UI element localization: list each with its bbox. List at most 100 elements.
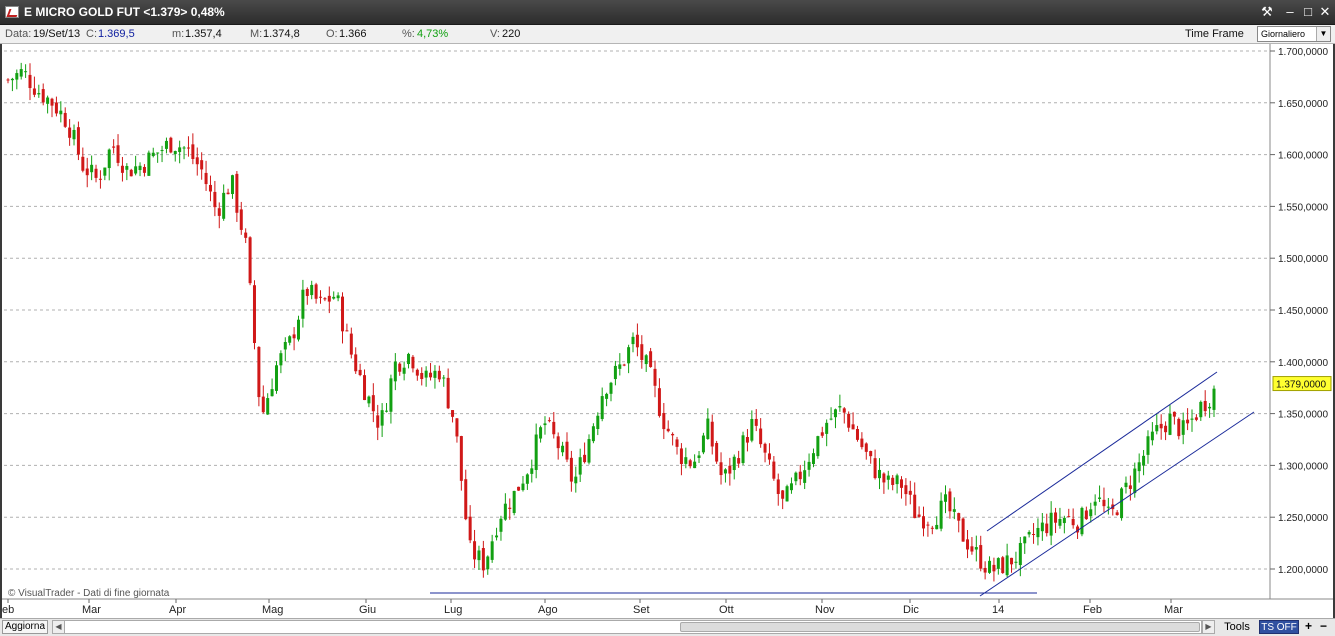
candle-down	[50, 98, 54, 106]
timeframe-value: Giornaliero	[1261, 29, 1306, 39]
x-tick-label: Set	[633, 604, 650, 616]
candle-up	[886, 475, 890, 480]
x-tick-label: 14	[992, 604, 1004, 616]
candle-down	[635, 334, 639, 348]
candle-up	[385, 410, 389, 412]
candle-down	[398, 363, 402, 372]
chart-svg[interactable]: 1.700,0000 1.650,0000 1.600,0000 1.550,0000…	[2, 44, 1333, 618]
candle-up	[1208, 406, 1212, 409]
candle-up	[1212, 388, 1216, 410]
candle-down	[305, 289, 309, 296]
candle-up	[750, 419, 754, 441]
candle-up	[587, 439, 591, 463]
app-chart-icon	[5, 6, 19, 18]
scroll-right-icon[interactable]: ▶	[1202, 620, 1215, 634]
candle-up	[974, 547, 978, 550]
candle-down	[653, 368, 657, 386]
candle-down	[891, 477, 895, 485]
candle-down	[1001, 557, 1005, 574]
candle-down	[992, 564, 996, 572]
candle-down	[420, 372, 424, 380]
candle-down	[327, 295, 331, 302]
candle-up	[534, 434, 538, 470]
candle-down	[569, 457, 573, 482]
candle-down	[1010, 557, 1014, 565]
candle-up	[785, 486, 789, 502]
candle-down	[129, 169, 133, 177]
tools-button[interactable]: Tools	[1218, 620, 1256, 634]
candle-up	[1168, 413, 1172, 435]
candle-up	[1120, 488, 1124, 519]
candle-down	[41, 89, 45, 103]
candle-down	[341, 296, 345, 332]
y-tick-label: 1.650,0000	[1278, 99, 1328, 110]
candle-up	[15, 73, 19, 80]
candle-up	[1199, 401, 1203, 418]
refresh-button[interactable]: Aggiorna	[2, 620, 48, 634]
tools-icon[interactable]: ⚒	[1259, 4, 1275, 20]
candle-down	[376, 415, 380, 428]
candle-up	[939, 500, 943, 529]
close-icon[interactable]: ✕	[1317, 4, 1333, 20]
candle-down	[1159, 423, 1163, 429]
candle-up	[503, 503, 507, 520]
window-title: E MICRO GOLD FUT <1.379> 0,48%	[24, 5, 225, 19]
candle-up	[336, 295, 340, 299]
price-chart[interactable]: 1.700,0000 1.650,0000 1.600,0000 1.550,0000…	[2, 44, 1333, 618]
candle-down	[349, 333, 353, 355]
candle-down	[323, 298, 327, 300]
candle-up	[59, 110, 63, 115]
x-axis: eb Mar Apr Mag Giu Lug Ago Set Ott Nov Dic 14 Feb Mar	[2, 598, 1333, 616]
candle-up	[1146, 436, 1150, 455]
candle-up	[706, 418, 710, 439]
candle-down	[1203, 401, 1207, 412]
candle-down	[763, 443, 767, 453]
candle-down	[719, 462, 723, 476]
scrollbar-thumb[interactable]	[680, 622, 1200, 632]
candle-up	[283, 341, 287, 350]
candle-up	[935, 524, 939, 530]
candle-down	[446, 377, 450, 409]
y-tick-label: 1.700,0000	[1278, 47, 1328, 58]
candle-down	[468, 516, 472, 541]
candle-down	[6, 79, 10, 81]
chevron-down-icon[interactable]: ▼	[1316, 27, 1330, 41]
zoom-in-button[interactable]: +	[1302, 620, 1315, 634]
candle-down	[1177, 418, 1181, 437]
candle-up	[1133, 468, 1137, 494]
candle-down	[772, 461, 776, 479]
candle-down	[508, 507, 512, 509]
maximize-icon[interactable]: □	[1300, 4, 1316, 20]
candle-up	[230, 175, 234, 195]
candle-up	[1058, 518, 1062, 526]
volume-value: 220	[502, 28, 521, 40]
candle-up	[1027, 532, 1031, 535]
candle-up	[270, 389, 274, 397]
candle-down	[252, 285, 256, 344]
candle-down	[191, 144, 195, 159]
ts-off-button[interactable]: TS OFF	[1259, 620, 1299, 634]
candle-up	[332, 296, 336, 299]
candle-down	[917, 514, 921, 517]
candle-down	[715, 443, 719, 462]
zoom-out-button[interactable]: −	[1317, 620, 1330, 634]
candle-up	[393, 361, 397, 382]
candle-up	[811, 453, 815, 464]
candle-up	[1014, 561, 1018, 563]
candle-up	[697, 455, 701, 458]
timeframe-select[interactable]: Giornaliero ▼	[1257, 26, 1331, 42]
candle-down	[961, 518, 965, 542]
chart-grid	[4, 50, 1270, 570]
candle-down	[63, 112, 67, 127]
candle-down	[28, 74, 32, 89]
candle-up	[732, 456, 736, 471]
candle-up	[90, 164, 94, 173]
candle-down	[798, 471, 802, 480]
candle-down	[98, 178, 102, 180]
minimize-icon[interactable]: –	[1282, 4, 1298, 20]
candle-down	[1194, 417, 1198, 420]
candle-up	[433, 370, 437, 378]
candle-up	[521, 483, 525, 491]
percent-value: 4,73%	[417, 28, 449, 40]
candle-down	[666, 428, 670, 432]
